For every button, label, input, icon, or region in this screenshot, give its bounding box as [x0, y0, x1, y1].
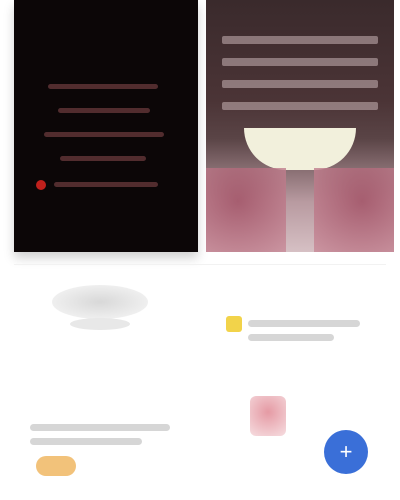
red-dot-icon — [36, 180, 46, 190]
image-tile-right[interactable] — [206, 0, 394, 252]
decorative-stripe — [222, 102, 378, 110]
product-image[interactable] — [52, 285, 148, 319]
yellow-badge-icon — [226, 316, 242, 332]
overlay-text-line — [60, 156, 146, 161]
product-shadow — [70, 318, 130, 330]
pink-blossom-right — [314, 168, 394, 252]
text-placeholder-line — [30, 438, 142, 445]
overlay-text-line — [58, 108, 150, 113]
floating-action-button[interactable]: + — [324, 430, 368, 474]
feed-grid: + — [0, 0, 400, 500]
plus-icon: + — [339, 439, 353, 464]
text-placeholder-line — [248, 334, 334, 341]
overlay-text-line — [48, 84, 158, 89]
text-placeholder-line — [248, 320, 360, 327]
divider — [14, 264, 386, 265]
image-tile-left[interactable] — [14, 0, 198, 252]
pink-figure-image[interactable] — [250, 396, 286, 436]
overlay-text-line — [44, 132, 164, 137]
orange-badge[interactable] — [36, 456, 76, 476]
bowl-image — [244, 128, 356, 170]
decorative-stripe — [222, 58, 378, 66]
overlay-text-line — [54, 182, 158, 187]
decorative-stripe — [222, 36, 378, 44]
pink-blossom-left — [206, 168, 286, 252]
decorative-stripe — [222, 80, 378, 88]
text-placeholder-line — [30, 424, 170, 431]
